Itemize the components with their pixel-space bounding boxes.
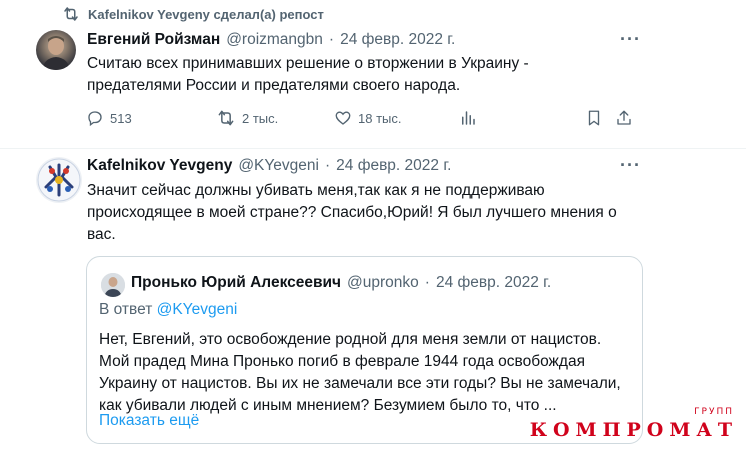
repost-count: 2 тыс. (242, 110, 279, 126)
tweet1-actions: 513 2 тыс. 18 тыс. (86, 105, 646, 131)
tweet1-text-line: предателями России и предателями своего … (87, 77, 461, 94)
quote-text: Нет, Евгений, это освобождение родной дл… (99, 329, 639, 417)
avatar-kafelnikov[interactable] (36, 157, 82, 203)
watermark-logo: КОМПРОМАТ (529, 419, 738, 441)
tweet2-separator: · (324, 157, 331, 174)
quote-author[interactable]: Пронько Юрий Алексеевич (131, 274, 341, 292)
tweet2-date[interactable]: 24 февр. 2022 г. (336, 157, 451, 175)
heart-icon (335, 111, 351, 125)
quote-text-line: Нет, Евгений, это освобождение родной дл… (99, 331, 602, 348)
tweet2-text-line: вас. (87, 226, 116, 243)
tweet1-separator: · (328, 31, 335, 48)
tweet-divider (0, 148, 746, 149)
quote-header: Пронько Юрий Алексеевич @upronko · 24 фе… (131, 274, 551, 292)
reply-count: 513 (110, 110, 132, 126)
like-button[interactable]: 18 тыс. (334, 109, 459, 127)
tweet2-text-line: Значит сейчас должны убивать меня,так ка… (87, 182, 545, 199)
like-count: 18 тыс. (358, 110, 402, 126)
tweet1-date[interactable]: 24 февр. 2022 г. (340, 31, 455, 49)
show-more-link[interactable]: Показать ещё (99, 412, 199, 430)
bookmark-button[interactable] (585, 109, 615, 127)
quote-separator: · (424, 274, 430, 291)
reply-button[interactable]: 513 (86, 109, 216, 127)
analytics-icon (462, 111, 475, 125)
tweet1-text-line: Считаю всех принимавших решение о вторже… (87, 55, 529, 72)
quote-text-line: Украину от нацистов. Вы их не замечали в… (99, 375, 621, 392)
tweet1-more-icon[interactable]: ··· (620, 29, 641, 50)
watermark-subtitle: ГРУПП (694, 407, 734, 417)
repost-text: Kafelnikov Yevgeny сделал(а) репост (88, 6, 324, 22)
share-icon (617, 110, 631, 125)
tweet1-author[interactable]: Евгений Ройзман (87, 31, 220, 49)
tweet2-author[interactable]: Kafelnikov Yevgeny (87, 157, 232, 175)
tweet2-text-line: происходящее в моей стране?? Спасибо,Юри… (87, 204, 617, 221)
avatar-pronko[interactable] (101, 273, 125, 297)
views-button[interactable] (459, 109, 585, 127)
quote-date[interactable]: 24 февр. 2022 г. (436, 274, 551, 292)
quoted-tweet[interactable]: Пронько Юрий Алексеевич @upronko · 24 фе… (86, 256, 643, 444)
tweet1-text: Считаю всех принимавших решение о вторже… (87, 53, 529, 97)
repost-button[interactable]: 2 тыс. (216, 109, 334, 127)
tweet2-more-icon[interactable]: ··· (620, 155, 641, 176)
share-button[interactable] (615, 109, 633, 127)
repost-header[interactable]: Kafelnikov Yevgeny сделал(а) репост (62, 6, 324, 22)
tweet2-handle[interactable]: @KYevgeni (238, 157, 319, 175)
tweet2-text: Значит сейчас должны убивать меня,так ка… (87, 180, 647, 246)
tweet1-header: Евгений Ройзман @roizmangbn · 24 февр. 2… (87, 31, 455, 49)
reply-icon (88, 111, 102, 127)
quote-handle[interactable]: @upronko (347, 274, 419, 292)
quote-text-line: Мой прадед Мина Пронько погиб в феврале … (99, 353, 585, 370)
reply-context: В ответ @KYevgeni (99, 301, 237, 319)
bookmark-icon (588, 110, 600, 126)
tweet1-handle[interactable]: @roizmangbn (226, 31, 323, 49)
reply-to-handle[interactable]: @KYevgeni (157, 301, 238, 318)
repost-icon (218, 110, 234, 126)
tweet2-header: Kafelnikov Yevgeny @KYevgeni · 24 февр. … (87, 157, 451, 175)
repost-icon (64, 7, 78, 21)
avatar-roizman[interactable] (36, 30, 76, 70)
reply-to-prefix: В ответ (99, 301, 157, 318)
